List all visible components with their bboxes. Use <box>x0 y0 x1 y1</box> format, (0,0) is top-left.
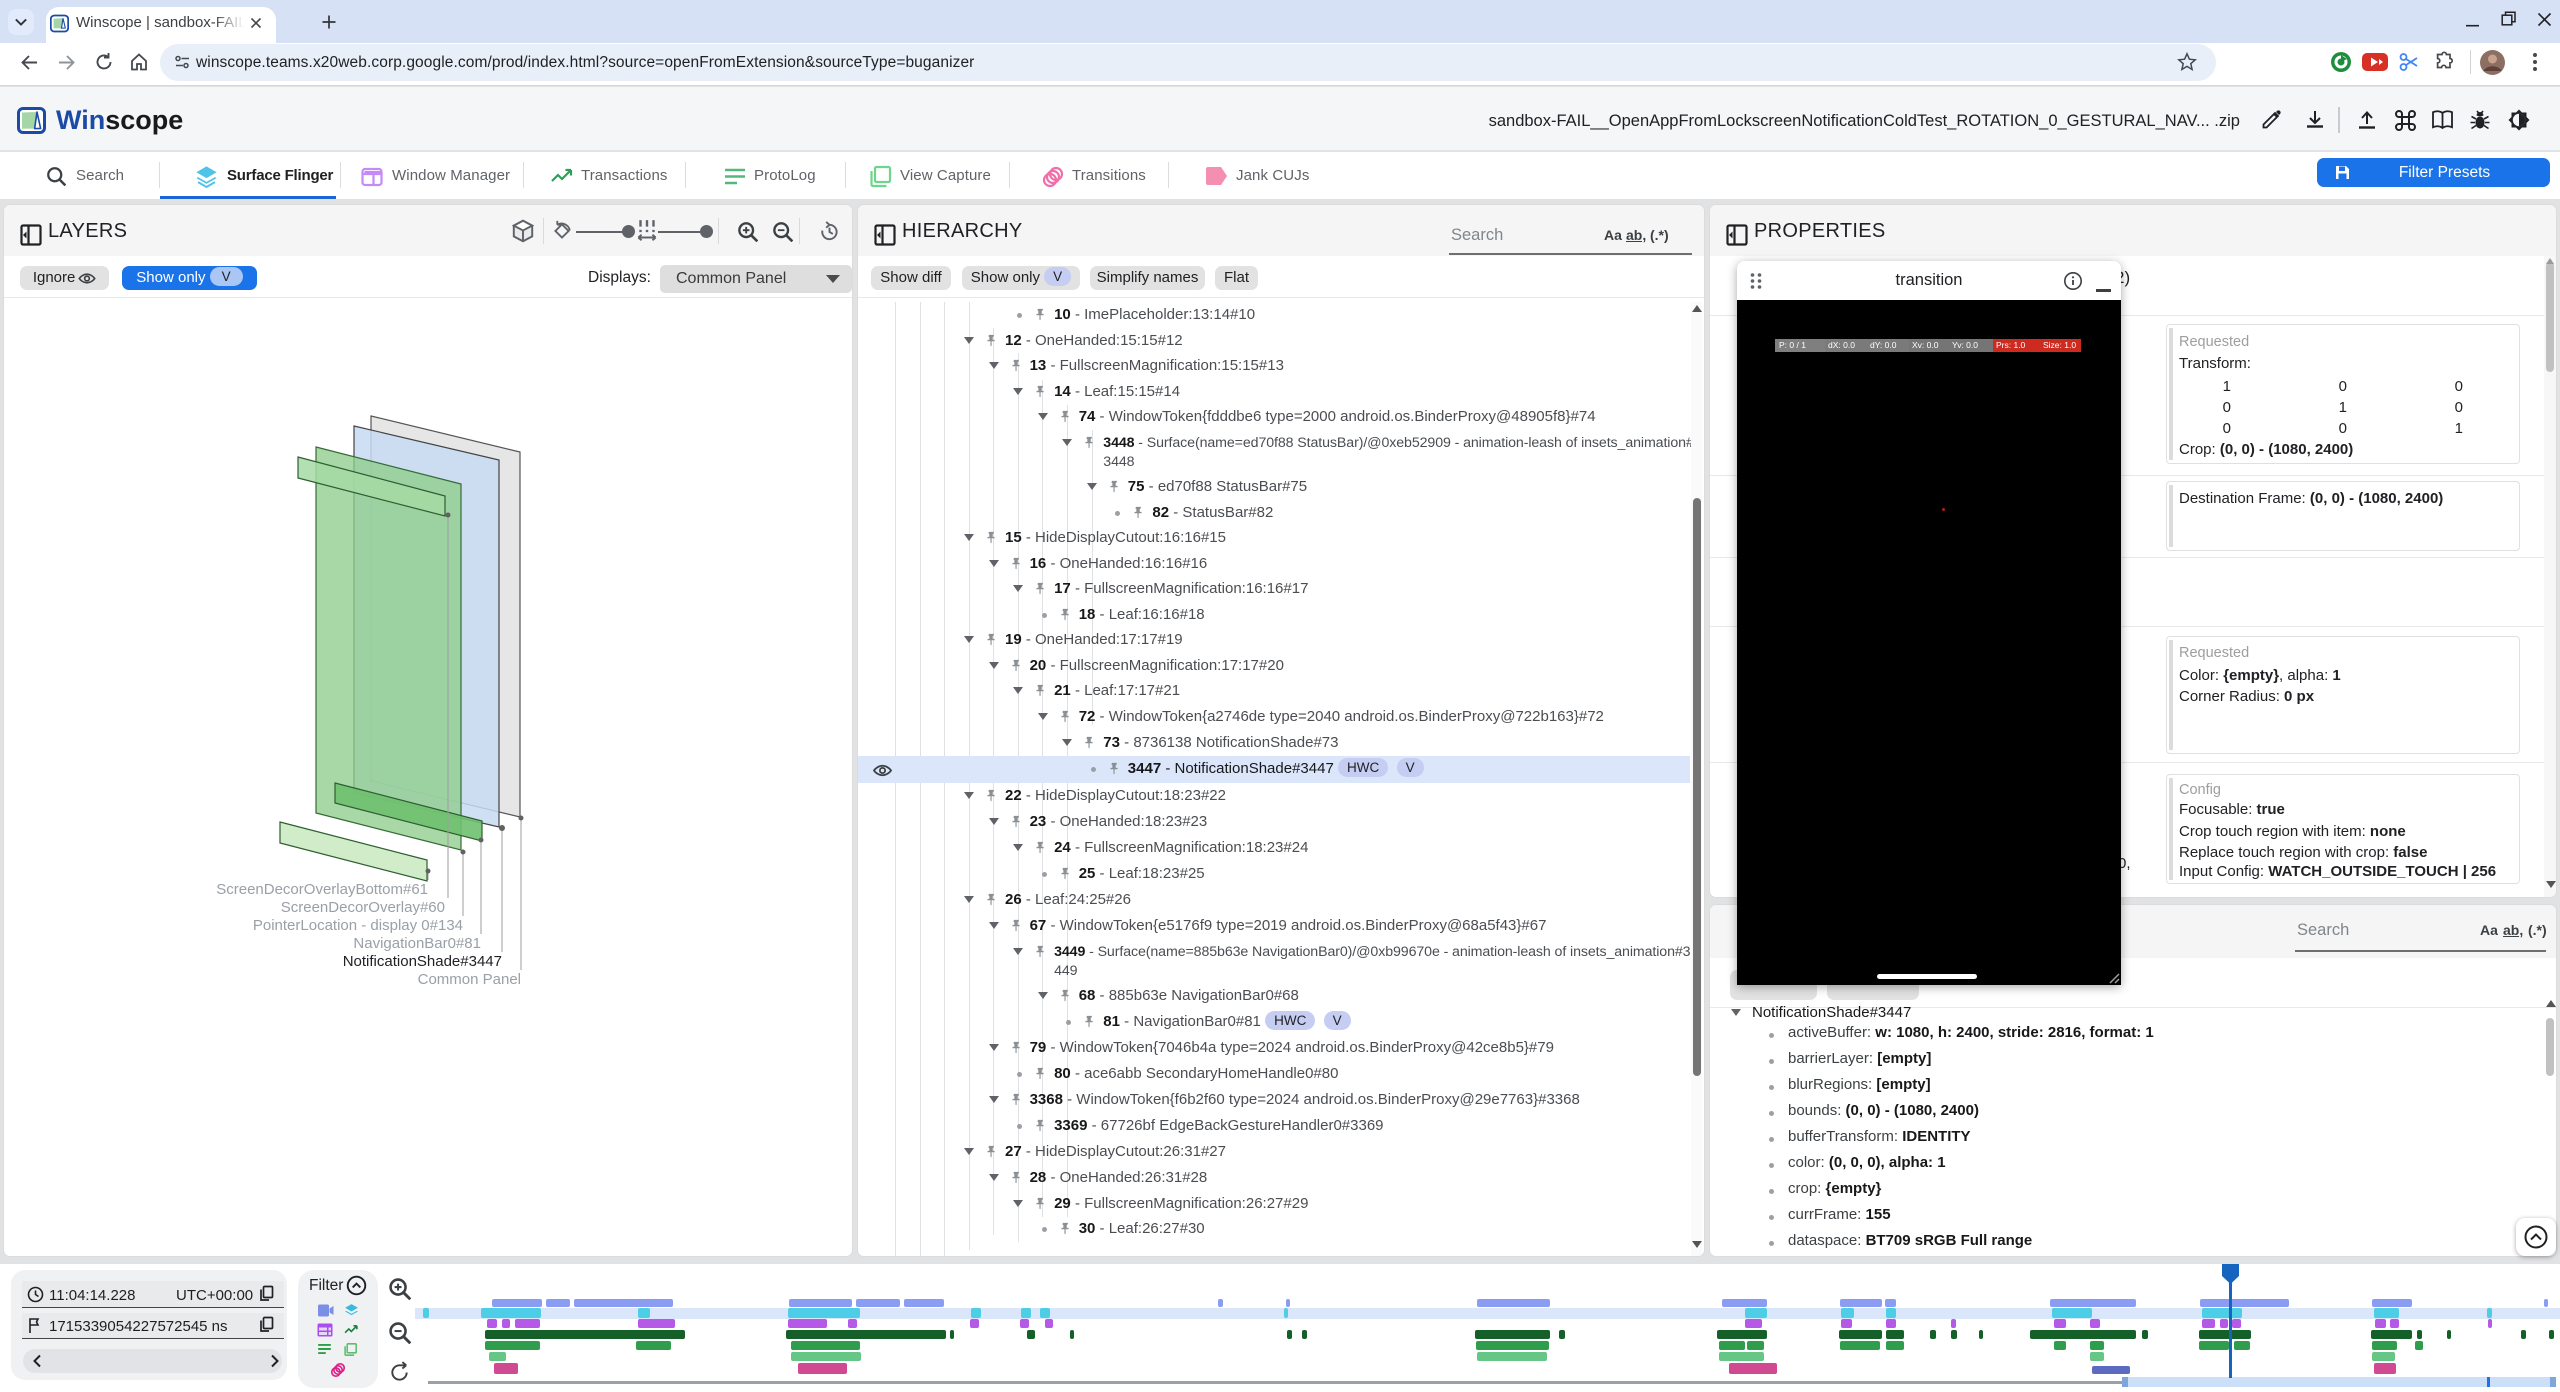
svg-text:Common Panel: Common Panel <box>418 971 521 988</box>
svg-text:NotificationShade#3447: NotificationShade#3447 <box>343 953 502 970</box>
svg-text:ScreenDecorOverlay#60: ScreenDecorOverlay#60 <box>281 899 445 916</box>
svg-text:NavigationBar0#81: NavigationBar0#81 <box>353 935 481 952</box>
svg-text:ScreenDecorOverlayBottom#61: ScreenDecorOverlayBottom#61 <box>216 881 428 898</box>
svg-text:PointerLocation - display 0#13: PointerLocation - display 0#134 <box>253 917 463 934</box>
